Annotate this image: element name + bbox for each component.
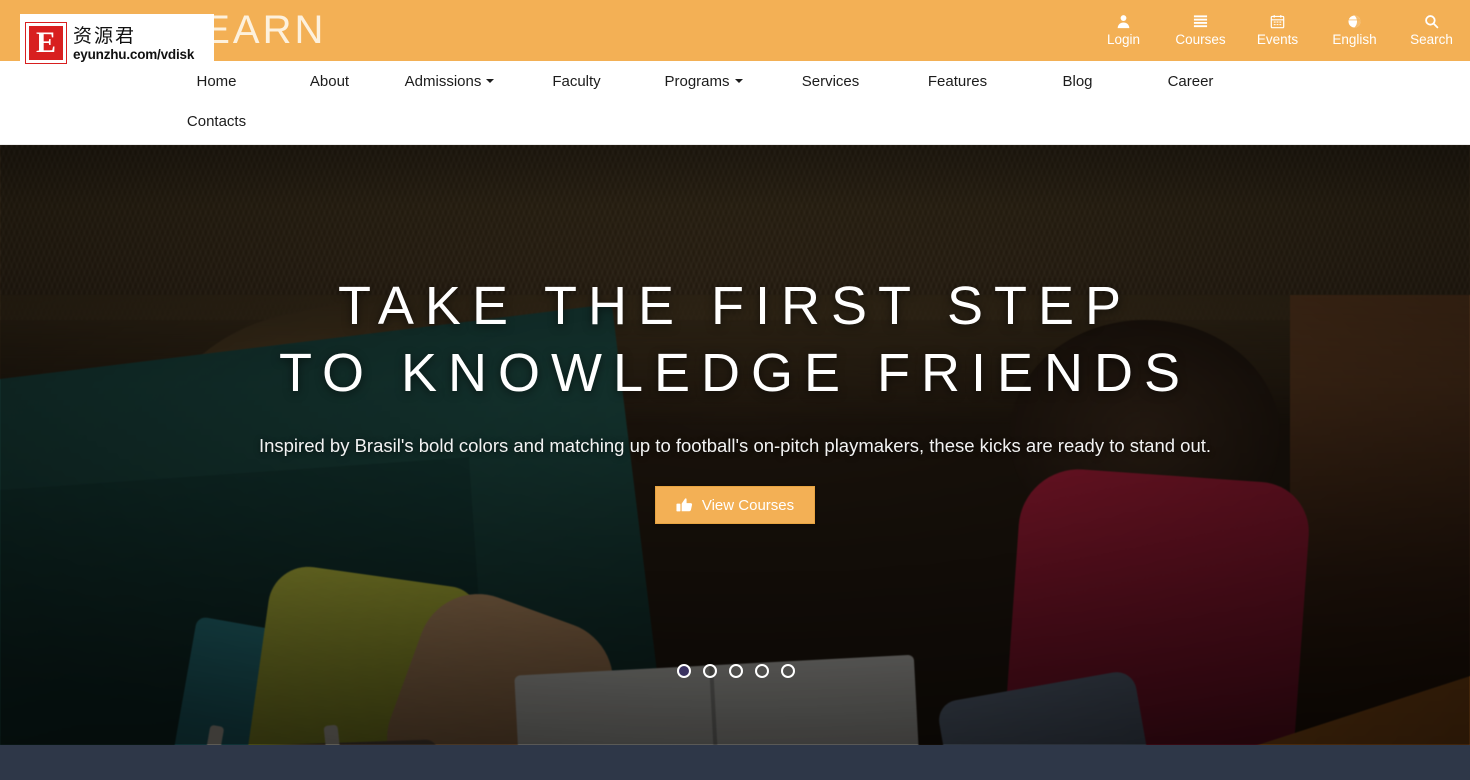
- top-utility-links: Login Courses Events English Search: [1085, 0, 1470, 61]
- topbar-item-english[interactable]: English: [1316, 0, 1393, 61]
- topbar-item-login[interactable]: Login: [1085, 0, 1162, 61]
- nav-item-services[interactable]: Services: [767, 61, 894, 101]
- topbar-item-search[interactable]: Search: [1393, 0, 1470, 61]
- watermark-url: eyunzhu.com/vdisk: [73, 46, 195, 62]
- nav-label-blog: Blog: [1062, 72, 1093, 90]
- carousel-dot-2[interactable]: [703, 664, 717, 678]
- carousel-dot-4[interactable]: [755, 664, 769, 678]
- nav-item-admissions[interactable]: Admissions: [386, 61, 513, 101]
- page-root: LEARN Login Courses Events English Searc…: [0, 0, 1470, 780]
- lower-dark-section: [0, 745, 1470, 780]
- nav-label-contacts: Contacts: [186, 112, 247, 130]
- list-icon: [1193, 14, 1208, 30]
- chevron-down-icon: [734, 79, 743, 83]
- watermark-text: 资源君 eyunzhu.com/vdisk: [73, 25, 194, 62]
- nav-label-about: About: [309, 72, 350, 90]
- top-utility-bar: LEARN Login Courses Events English Searc…: [0, 0, 1470, 61]
- topbar-label-search: Search: [1410, 31, 1453, 47]
- hero-heading-line-1: TAKE THE FIRST STEP: [337, 276, 1133, 336]
- hero-subtitle: Inspired by Brasil's bold colors and mat…: [258, 435, 1212, 456]
- nav-item-programs[interactable]: Programs: [640, 61, 767, 101]
- topbar-label-events: Events: [1256, 31, 1299, 47]
- nav-label-admissions: Admissions: [404, 72, 482, 90]
- hero-heading-line-2: TO KNOWLEDGE FRIENDS: [278, 343, 1192, 403]
- watermark-overlay: E 资源君 eyunzhu.com/vdisk: [20, 14, 214, 72]
- globe-icon: [1347, 14, 1362, 30]
- nav-label-services: Services: [801, 72, 860, 90]
- view-courses-label: View Courses: [701, 496, 795, 514]
- nav-item-career[interactable]: Career: [1134, 61, 1247, 101]
- carousel-dot-1[interactable]: [677, 664, 691, 678]
- chevron-down-icon: [486, 79, 495, 83]
- user-icon: [1116, 14, 1131, 30]
- carousel-dot-3[interactable]: [729, 664, 743, 678]
- nav-item-contacts[interactable]: Contacts: [160, 101, 273, 141]
- search-icon: [1424, 14, 1439, 30]
- nav-label-home: Home: [196, 72, 237, 90]
- nav-item-about[interactable]: About: [273, 61, 386, 101]
- topbar-label-english: English: [1332, 31, 1377, 47]
- watermark-badge-icon: E: [25, 22, 67, 64]
- hero-carousel: TAKE THE FIRST STEP TO KNOWLEDGE FRIENDS…: [0, 145, 1470, 745]
- nav-item-blog[interactable]: Blog: [1021, 61, 1134, 101]
- nav-item-faculty[interactable]: Faculty: [513, 61, 640, 101]
- topbar-label-login: Login: [1106, 31, 1141, 47]
- topbar-item-courses[interactable]: Courses: [1162, 0, 1239, 61]
- view-courses-button[interactable]: View Courses: [654, 486, 816, 524]
- nav-label-faculty: Faculty: [552, 72, 601, 90]
- nav-menu: Home About Admissions Faculty Programs S…: [160, 61, 1340, 141]
- main-navigation-bar: Home About Admissions Faculty Programs S…: [0, 61, 1470, 145]
- nav-label-programs: Programs: [664, 72, 730, 90]
- carousel-indicators: [0, 664, 1470, 678]
- hero-content: TAKE THE FIRST STEP TO KNOWLEDGE FRIENDS…: [0, 145, 1470, 745]
- topbar-label-courses: Courses: [1175, 31, 1226, 47]
- watermark-chinese-label: 资源君: [73, 24, 137, 47]
- thumbs-up-icon: [676, 497, 693, 513]
- nav-label-features: Features: [927, 72, 988, 90]
- topbar-item-events[interactable]: Events: [1239, 0, 1316, 61]
- nav-label-career: Career: [1167, 72, 1214, 90]
- calendar-icon: [1270, 14, 1285, 30]
- hero-heading: TAKE THE FIRST STEP TO KNOWLEDGE FRIENDS: [135, 273, 1335, 407]
- carousel-dot-5[interactable]: [781, 664, 795, 678]
- nav-item-features[interactable]: Features: [894, 61, 1021, 101]
